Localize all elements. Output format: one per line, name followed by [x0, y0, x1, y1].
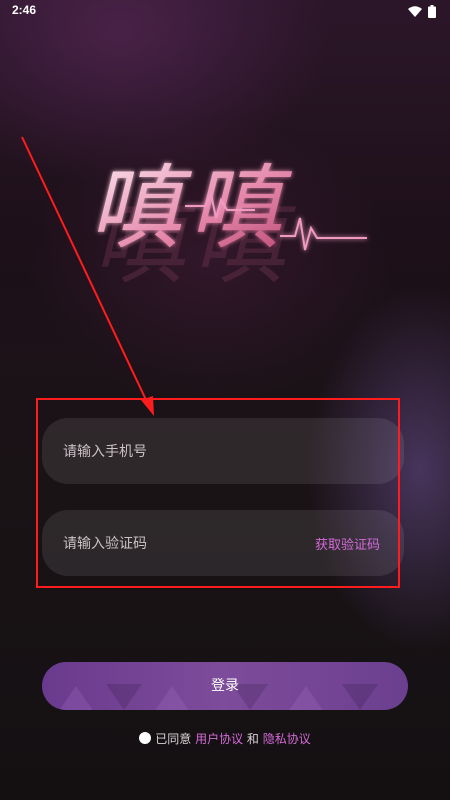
login-button[interactable]: 登录 — [42, 662, 408, 710]
agree-radio[interactable] — [139, 732, 152, 744]
status-bar: 2:46 — [0, 0, 450, 24]
app-logo: 嗔嗔 嗔嗔 — [89, 155, 367, 297]
agreement-and: 和 — [246, 732, 259, 746]
wifi-icon — [408, 6, 422, 17]
battery-icon — [428, 5, 436, 18]
agreement-prefix: 已同意 — [155, 732, 192, 746]
login-screen: 2:46 嗔嗔 嗔嗔 请输入手机号 请输入验证码 获取验证码 登录 已同意 用户… — [0, 0, 450, 800]
login-button-label: 登录 — [211, 678, 239, 694]
privacy-policy-link[interactable]: 隐私协议 — [263, 732, 311, 746]
user-agreement-link[interactable]: 用户协议 — [195, 732, 243, 746]
status-time: 2:46 — [12, 3, 37, 17]
agreement-row: 已同意 用户协议 和 隐私协议 — [0, 730, 450, 747]
logo-text: 嗔嗔 — [89, 155, 293, 262]
status-icons — [408, 5, 436, 18]
annotation-highlight-box — [36, 398, 400, 588]
